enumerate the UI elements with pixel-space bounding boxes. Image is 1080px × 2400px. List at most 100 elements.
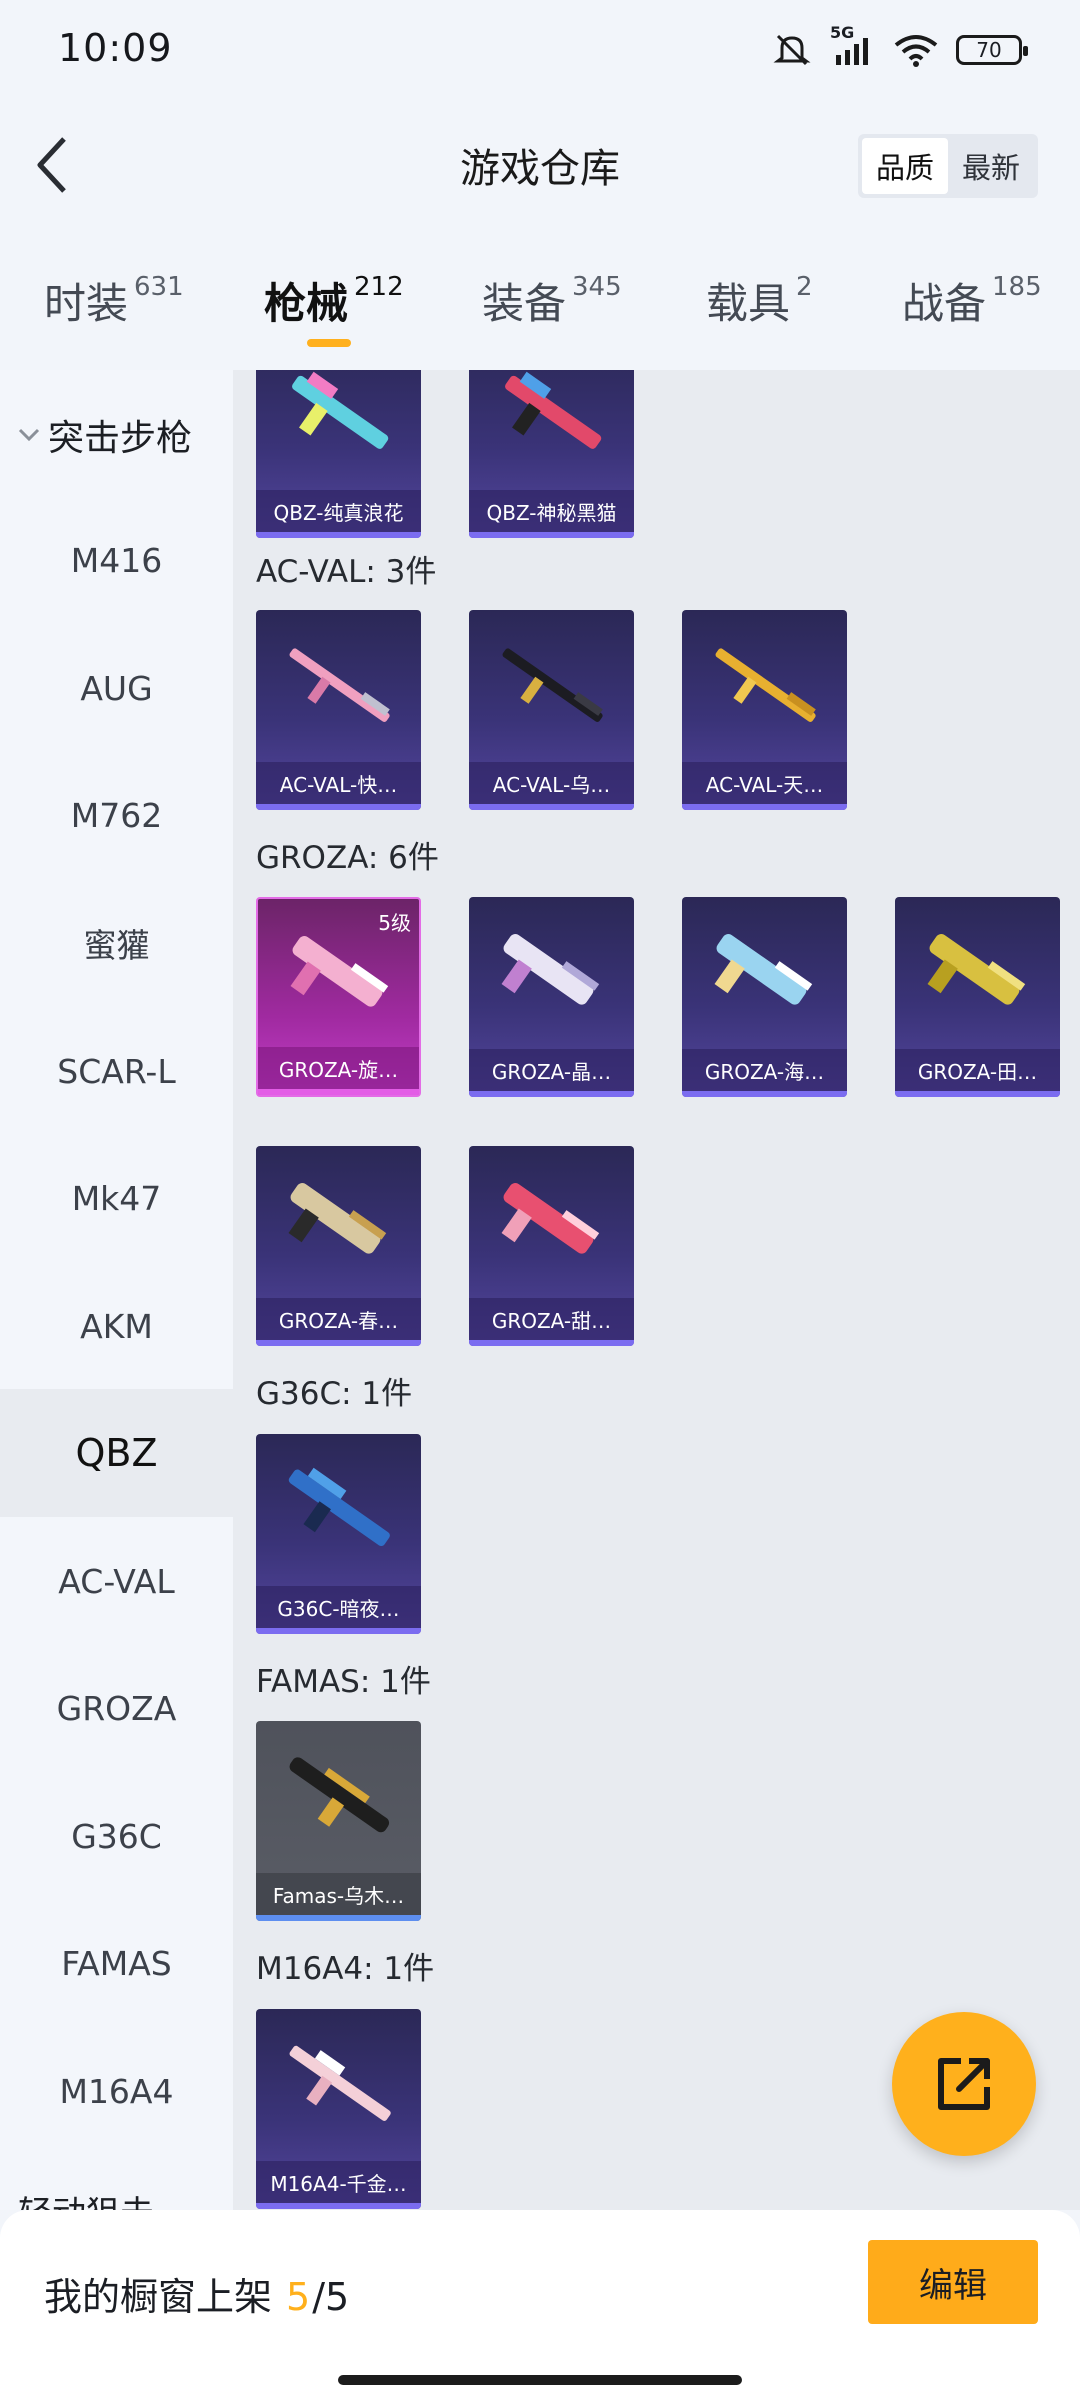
active-tab-indicator bbox=[307, 339, 351, 347]
sidebar-item-groza[interactable]: GROZA bbox=[0, 1644, 233, 1772]
weapon-name: M16A4-千金… bbox=[256, 2161, 421, 2203]
rarity-stripe bbox=[256, 532, 421, 538]
weapon-name: Famas-乌木… bbox=[256, 1873, 421, 1915]
tab-fashion[interactable]: 时装 631 bbox=[44, 270, 184, 331]
section-label-m16a4: M16A4: 1件 bbox=[256, 1951, 435, 1987]
weapon-name: AC-VAL-天… bbox=[682, 762, 847, 804]
tab-label: 装备 bbox=[482, 279, 567, 328]
weapon-card[interactable]: GROZA-晶… bbox=[469, 897, 634, 1097]
weapon-name: AC-VAL-乌… bbox=[469, 762, 634, 804]
bottom-bar: 我的橱窗上架 5 / 5 编辑 bbox=[0, 2210, 1080, 2400]
rifle-skin-icon bbox=[502, 648, 603, 722]
rifle-skin-icon bbox=[505, 371, 602, 449]
weapon-card[interactable]: M16A4-千金… bbox=[256, 2009, 421, 2209]
rarity-stripe bbox=[682, 804, 847, 810]
share-button[interactable] bbox=[892, 2012, 1036, 2156]
weapon-name: GROZA-春… bbox=[256, 1298, 421, 1340]
silent-bell-icon bbox=[772, 32, 812, 68]
weapon-name: GROZA-海… bbox=[682, 1049, 847, 1091]
sidebar-item-mk47[interactable]: Mk47 bbox=[0, 1134, 233, 1262]
rifle-skin-icon bbox=[927, 933, 1026, 1005]
sidebar-item-aug[interactable]: AUG bbox=[0, 624, 233, 752]
weapon-card[interactable]: AC-VAL-乌… bbox=[469, 610, 634, 810]
sidebar-item-ac-val[interactable]: AC-VAL bbox=[0, 1517, 233, 1645]
rifle-skin-icon bbox=[714, 933, 813, 1005]
weapon-card[interactable]: GROZA-海… bbox=[682, 897, 847, 1097]
chevron-down-icon bbox=[18, 428, 40, 442]
section-label-famas: FAMAS: 1件 bbox=[256, 1664, 431, 1700]
rifle-skin-icon bbox=[288, 1467, 390, 1547]
wifi-icon bbox=[894, 33, 938, 67]
weapon-name: GROZA-甜… bbox=[469, 1298, 634, 1340]
tab-vehicles[interactable]: 载具 2 bbox=[706, 270, 813, 331]
weapon-card[interactable]: AC-VAL-快… bbox=[256, 610, 421, 810]
tab-firearms[interactable]: 枪械 212 bbox=[264, 270, 404, 331]
sidebar-item-g36c[interactable]: G36C bbox=[0, 1772, 233, 1900]
showcase-current: 5 bbox=[286, 2275, 311, 2319]
sidebar-item-m416[interactable]: M416 bbox=[0, 496, 233, 624]
weapon-card[interactable]: GROZA-甜… bbox=[469, 1146, 634, 1346]
battery-level: 70 bbox=[976, 38, 1002, 62]
rarity-stripe bbox=[469, 804, 634, 810]
sidebar-item-scar-l[interactable]: SCAR-L bbox=[0, 1007, 233, 1135]
rifle-skin-icon bbox=[289, 1757, 390, 1833]
weapon-card[interactable]: GROZA-田… bbox=[895, 897, 1060, 1097]
rarity-stripe bbox=[256, 2203, 421, 2209]
rarity-stripe bbox=[895, 1091, 1060, 1097]
weapon-type-sidebar[interactable]: 突击步枪 M416 AUG M762 蜜獾 SCAR-L Mk47 AKM QB… bbox=[0, 370, 233, 2210]
weapon-name: G36C-暗夜… bbox=[256, 1586, 421, 1628]
showcase-status: 我的橱窗上架 5 / 5 bbox=[44, 2266, 349, 2321]
rarity-stripe bbox=[258, 1089, 419, 1095]
battery-icon: 70 bbox=[956, 35, 1028, 65]
weapon-card[interactable]: QBZ-神秘黑猫 bbox=[469, 370, 634, 538]
sidebar-item-akm[interactable]: AKM bbox=[0, 1262, 233, 1390]
weapon-name: QBZ-神秘黑猫 bbox=[469, 490, 634, 532]
rifle-skin-icon bbox=[290, 935, 389, 1007]
rifle-skin-icon bbox=[501, 1182, 600, 1254]
weapon-name: QBZ-纯真浪花 bbox=[256, 490, 421, 532]
share-external-icon bbox=[938, 2058, 990, 2110]
weapon-name: AC-VAL-快… bbox=[256, 762, 421, 804]
tab-count: 631 bbox=[134, 272, 184, 302]
weapon-name: GROZA-田… bbox=[895, 1049, 1060, 1091]
edit-button[interactable]: 编辑 bbox=[868, 2240, 1038, 2324]
rarity-stripe bbox=[469, 1340, 634, 1346]
weapon-card[interactable]: 5级 GROZA-旋… bbox=[256, 897, 421, 1097]
tab-count: 2 bbox=[796, 272, 813, 302]
sidebar-group-assault-rifles[interactable]: 突击步枪 bbox=[0, 400, 233, 470]
weapon-card[interactable]: Famas-乌木… bbox=[256, 1721, 421, 1921]
weapon-name: GROZA-晶… bbox=[469, 1049, 634, 1091]
tab-equipment[interactable]: 装备 345 bbox=[482, 270, 622, 331]
rifle-skin-icon bbox=[288, 1182, 387, 1254]
rifle-skin-icon bbox=[289, 2045, 391, 2121]
sidebar-item-m762[interactable]: M762 bbox=[0, 751, 233, 879]
header: 游戏仓库 品质 最新 bbox=[0, 96, 1080, 236]
status-bar: 10:09 5G 70 bbox=[0, 0, 1080, 96]
weapon-card[interactable]: AC-VAL-天… bbox=[682, 610, 847, 810]
section-label-groza: GROZA: 6件 bbox=[256, 840, 439, 876]
tab-count: 345 bbox=[572, 272, 622, 302]
rarity-stripe bbox=[469, 532, 634, 538]
home-indicator[interactable] bbox=[338, 2375, 742, 2385]
sidebar-item-honey-badger[interactable]: 蜜獾 bbox=[0, 879, 233, 1007]
rarity-stripe bbox=[682, 1091, 847, 1097]
category-tabs: 时装 631 枪械 212 装备 345 载具 2 战备 185 bbox=[0, 256, 1080, 356]
rifle-skin-icon bbox=[715, 648, 816, 722]
rifle-skin-icon bbox=[289, 648, 390, 722]
weapon-grid[interactable]: QBZ-纯真浪花 QBZ-神秘黑猫 AC-VAL: 3件 AC-VAL-快… A… bbox=[233, 370, 1080, 2210]
rifle-skin-icon bbox=[292, 371, 389, 449]
weapon-card[interactable]: QBZ-纯真浪花 bbox=[256, 370, 421, 538]
sidebar-item-famas[interactable]: FAMAS bbox=[0, 1899, 233, 2027]
weapon-card[interactable]: GROZA-春… bbox=[256, 1146, 421, 1346]
weapon-card[interactable]: G36C-暗夜… bbox=[256, 1434, 421, 1634]
rarity-stripe bbox=[256, 1915, 421, 1921]
rarity-stripe bbox=[469, 1091, 634, 1097]
sidebar-item-m16a4[interactable]: M16A4 bbox=[0, 2027, 233, 2155]
sort-quality-button[interactable]: 品质 bbox=[861, 138, 948, 194]
tab-supplies[interactable]: 战备 185 bbox=[902, 270, 1042, 331]
sidebar-group-next[interactable]: 轻动狙击 bbox=[0, 2180, 233, 2211]
sort-newest-button[interactable]: 最新 bbox=[948, 138, 1034, 194]
rifle-skin-icon bbox=[501, 933, 600, 1005]
sidebar-item-qbz[interactable]: QBZ bbox=[0, 1389, 233, 1517]
showcase-label: 我的橱窗上架 bbox=[44, 2275, 273, 2319]
